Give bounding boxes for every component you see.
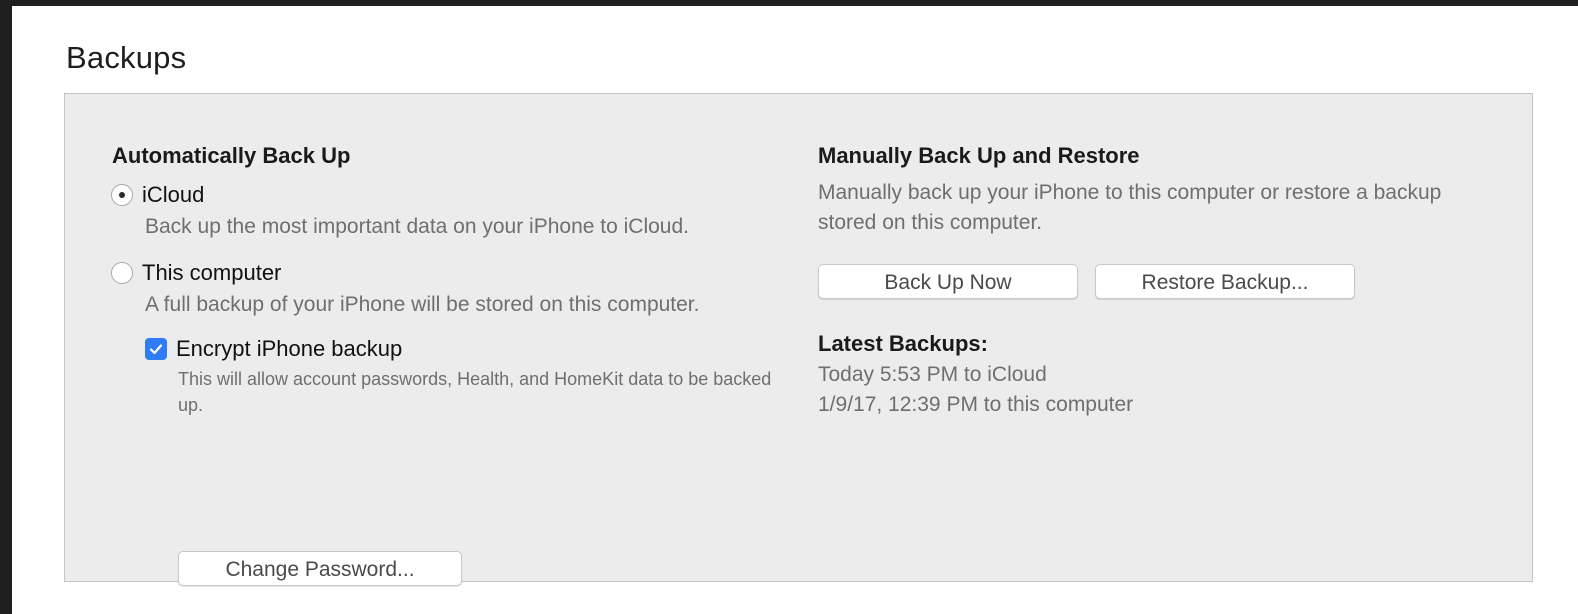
window-frame: Backups Automatically Back Up iCloud Bac… bbox=[12, 6, 1578, 614]
latest-backups-heading: Latest Backups: bbox=[818, 331, 988, 356]
icloud-label[interactable]: iCloud bbox=[142, 182, 204, 208]
encrypt-backup-checkbox[interactable] bbox=[145, 338, 167, 360]
encrypt-backup-description: This will allow account passwords, Healt… bbox=[178, 369, 772, 415]
latest-backup-item: 1/9/17, 12:39 PM to this computer bbox=[818, 393, 1134, 416]
this-computer-label[interactable]: This computer bbox=[142, 260, 281, 286]
this-computer-option[interactable]: This computer bbox=[111, 258, 812, 288]
icloud-option[interactable]: iCloud bbox=[111, 180, 812, 210]
encrypt-backup-option[interactable]: Encrypt iPhone backup bbox=[145, 334, 812, 364]
icloud-description: Back up the most important data on your … bbox=[145, 215, 689, 238]
latest-backups-list: Today 5:53 PM to iCloud 1/9/17, 12:39 PM… bbox=[818, 360, 1133, 420]
manual-backup-heading: Manually Back Up and Restore bbox=[818, 143, 1140, 168]
auto-backup-column: Automatically Back Up iCloud Back up the… bbox=[111, 142, 812, 586]
this-computer-radio[interactable] bbox=[111, 262, 133, 284]
restore-backup-button[interactable]: Restore Backup... bbox=[1095, 264, 1355, 299]
backups-panel: Automatically Back Up iCloud Back up the… bbox=[64, 93, 1533, 586]
section-title: Backups bbox=[66, 40, 187, 75]
encrypt-backup-label[interactable]: Encrypt iPhone backup bbox=[176, 336, 402, 362]
icloud-radio[interactable] bbox=[111, 184, 133, 206]
this-computer-description: A full backup of your iPhone will be sto… bbox=[145, 293, 700, 316]
auto-backup-heading: Automatically Back Up bbox=[112, 143, 351, 168]
checkmark-icon bbox=[149, 344, 163, 355]
manual-backup-column: Manually Back Up and Restore Manually ba… bbox=[818, 142, 1518, 416]
change-password-button[interactable]: Change Password... bbox=[178, 551, 462, 586]
latest-backup-item: Today 5:53 PM to iCloud bbox=[818, 363, 1047, 386]
back-up-now-button[interactable]: Back Up Now bbox=[818, 264, 1078, 299]
manual-backup-description: Manually back up your iPhone to this com… bbox=[818, 181, 1442, 234]
